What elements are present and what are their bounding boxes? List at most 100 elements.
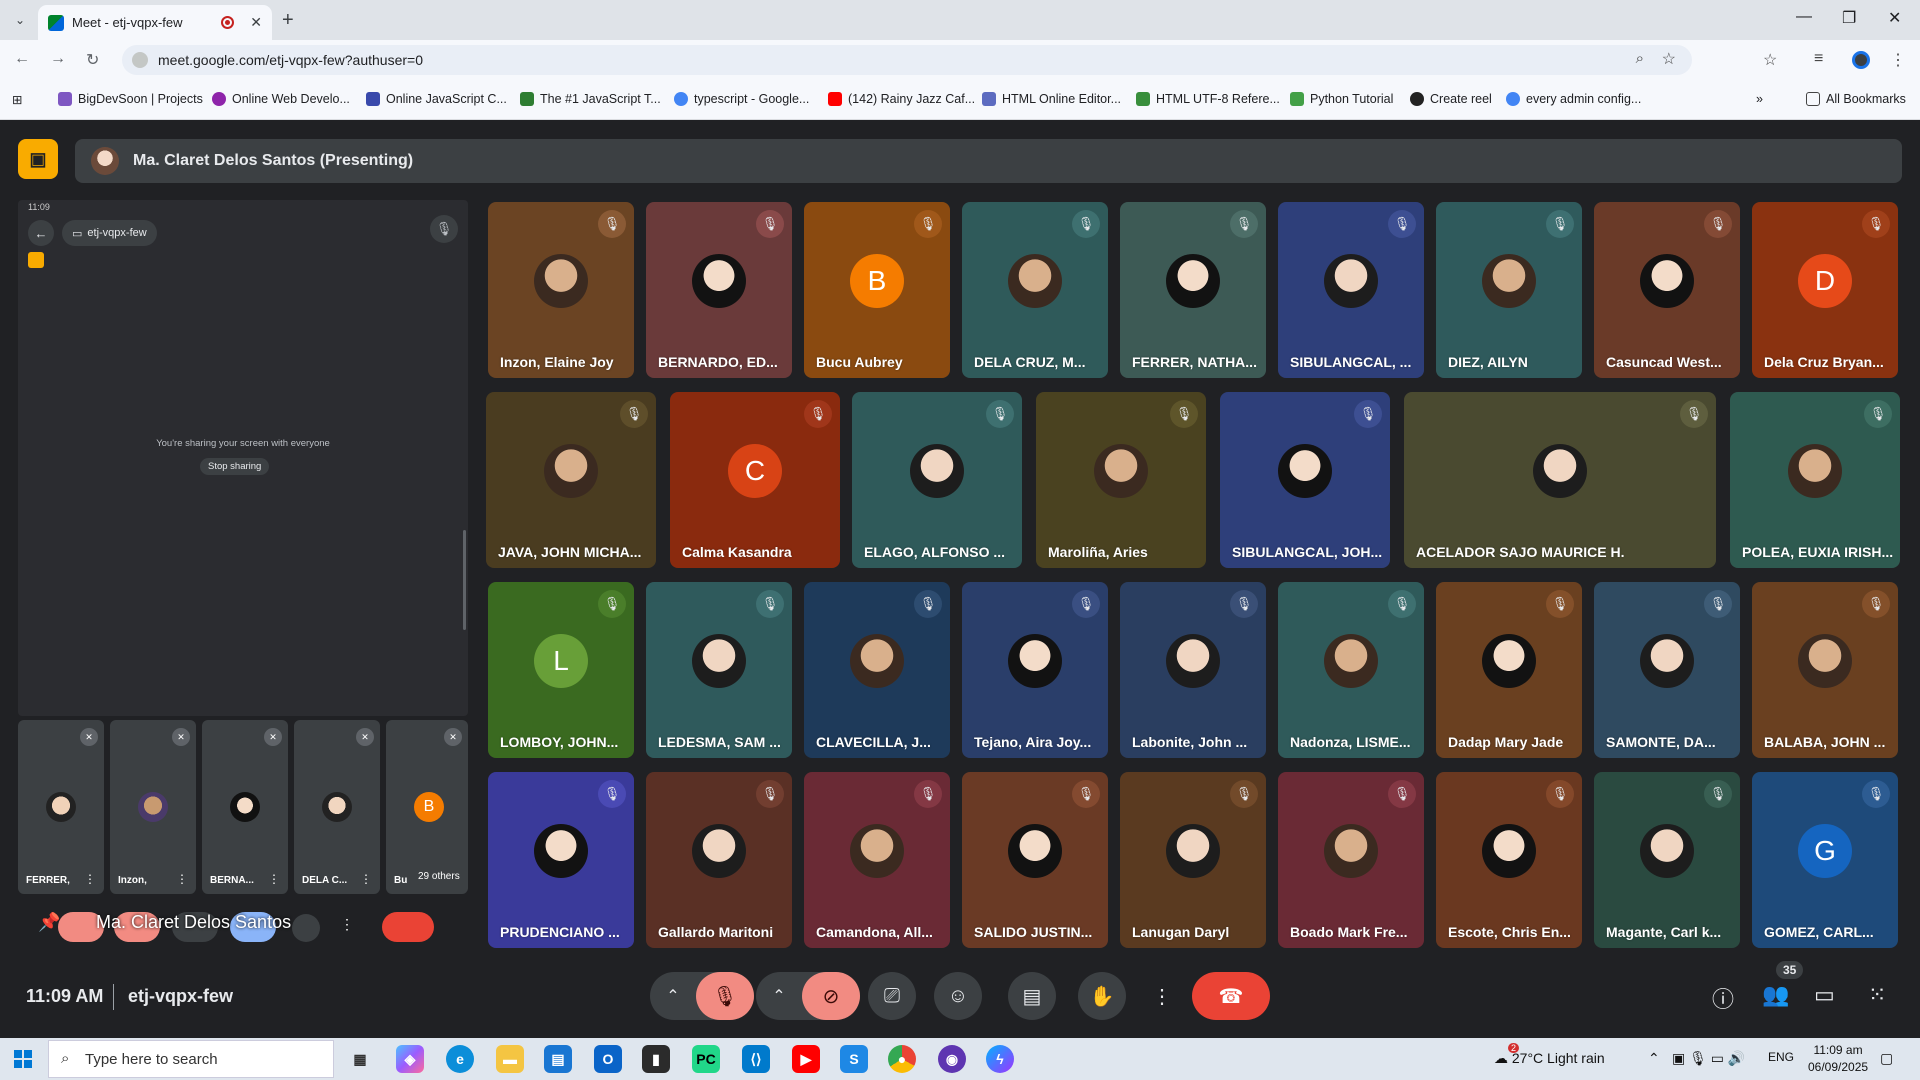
zoom-icon[interactable]: ⌕ [1636, 50, 1644, 67]
captions-button[interactable]: ▤ [1008, 972, 1056, 1020]
store-icon[interactable]: ▤ [544, 1045, 572, 1073]
bookmark-6[interactable]: HTML Online Editor... [982, 92, 1121, 106]
language-indicator[interactable]: ENG [1768, 1050, 1794, 1064]
participant-tile[interactable]: 🎙 Magante, Carl k... [1594, 772, 1740, 948]
more-options-icon[interactable]: ⋮ [360, 872, 372, 886]
file-explorer-icon[interactable]: ▬ [496, 1045, 524, 1073]
site-info-icon[interactable] [132, 52, 148, 68]
participant-tile[interactable]: 🎙 SIBULANGCAL, JOH... [1220, 392, 1390, 568]
more-options-icon[interactable]: ⋮ [176, 872, 188, 886]
participant-tile[interactable]: 🎙 POLEA, EUXIA IRISH... [1730, 392, 1900, 568]
tray-icons[interactable]: ▣ 🎙 ▭ 🔊 [1672, 1050, 1745, 1067]
bookmark-5[interactable]: (142) Rainy Jazz Caf... [828, 92, 975, 106]
participant-tile[interactable]: 🎙 SAMONTE, DA... [1594, 582, 1740, 758]
more-options-button[interactable]: ⋮ [1150, 972, 1174, 1020]
discord-icon[interactable]: ◉ [938, 1045, 966, 1073]
participant-tile[interactable]: 🎙 Labonite, John ... [1120, 582, 1266, 758]
participant-tile[interactable]: 🎙 SALIDO JUSTIN... [962, 772, 1108, 948]
emoji-reactions-button[interactable]: ☺ [934, 972, 982, 1020]
messenger-icon[interactable]: ϟ [986, 1045, 1014, 1073]
participant-tile[interactable]: 🎙 BERNARDO, ED... [646, 202, 792, 378]
participant-tile[interactable]: 🎙 PRUDENCIANO ... [488, 772, 634, 948]
chrome-icon[interactable]: ● [888, 1045, 916, 1073]
notifications-icon[interactable]: ▢ [1880, 1050, 1893, 1067]
participant-tile[interactable]: 🎙 JAVA, JOHN MICHA... [486, 392, 656, 568]
media-control-icon[interactable]: ≡ [1814, 50, 1823, 68]
edge-icon[interactable]: e [446, 1045, 474, 1073]
others-count[interactable]: 29 others [412, 868, 466, 885]
participant-tile[interactable]: 🎙 Maroliña, Aries [1036, 392, 1206, 568]
bookmark-2[interactable]: Online JavaScript C... [366, 92, 507, 106]
participant-tile[interactable]: 🎙 Gallardo Maritoni [646, 772, 792, 948]
present-screen-button[interactable]: ⎚ [868, 972, 916, 1020]
chat-icon[interactable]: ▭ [1814, 982, 1835, 1008]
taskbar-search[interactable]: ⌕ Type here to search [48, 1040, 334, 1078]
audio-options-chevron-icon[interactable]: ⌃ [650, 986, 696, 1006]
sql-icon[interactable]: S [840, 1045, 868, 1073]
bookmark-0[interactable]: BigDevSoon | Projects [58, 92, 203, 106]
participant-tile[interactable]: 🎙 Camandona, All... [804, 772, 950, 948]
participant-tile[interactable]: 🎙 D Dela Cruz Bryan... [1752, 202, 1898, 378]
new-tab-button[interactable]: + [282, 9, 294, 32]
activities-icon[interactable]: ⁙ [1868, 982, 1886, 1008]
bookmark-3[interactable]: The #1 JavaScript T... [520, 92, 661, 106]
reload-button[interactable]: ↻ [86, 50, 99, 70]
participant-tile[interactable]: 🎙 L LOMBOY, JOHN... [488, 582, 634, 758]
menu-icon[interactable]: ⋮ [1890, 50, 1906, 70]
mini-tile[interactable]: ✕ Inzon, ⋮ [110, 720, 196, 894]
more-options-icon[interactable]: ⋮ [84, 872, 96, 886]
participant-tile[interactable]: 🎙 ACELADOR SAJO MAURICE H. [1404, 392, 1716, 568]
bookmark-8[interactable]: Python Tutorial [1290, 92, 1393, 106]
participant-tile[interactable]: 🎙 BALABA, JOHN ... [1752, 582, 1898, 758]
participant-tile[interactable]: 🎙 Dadap Mary Jade [1436, 582, 1582, 758]
apps-icon[interactable]: ⊞ [12, 92, 22, 107]
vscode-icon[interactable]: ⟨⟩ [742, 1045, 770, 1073]
tab-meet[interactable]: Meet - etj-vqpx-few ✕ [38, 5, 272, 40]
bookmark-7[interactable]: HTML UTF-8 Refere... [1136, 92, 1280, 106]
bookmark-9[interactable]: Create reel [1410, 92, 1492, 106]
youtube-icon[interactable]: ▶ [792, 1045, 820, 1073]
participant-tile[interactable]: 🎙 DELA CRUZ, M... [962, 202, 1108, 378]
participant-tile[interactable]: 🎙 Lanugan Daryl [1120, 772, 1266, 948]
participant-tile[interactable]: 🎙 ELAGO, ALFONSO ... [852, 392, 1022, 568]
participant-tile[interactable]: 🎙 Tejano, Aira Joy... [962, 582, 1108, 758]
meeting-info-icon[interactable]: ⓘ [1712, 982, 1734, 1014]
bookmark-4[interactable]: typescript - Google... [674, 92, 809, 106]
participant-tile[interactable]: 🎙 SIBULANGCAL, ... [1278, 202, 1424, 378]
reader-icon[interactable]: ▮ [642, 1045, 670, 1073]
participant-tile[interactable]: 🎙 FERRER, NATHA... [1120, 202, 1266, 378]
bookmark-1[interactable]: Online Web Develo... [212, 92, 350, 106]
bookmark-10[interactable]: every admin config... [1506, 92, 1641, 106]
participant-tile[interactable]: 🎙 B Bucu Aubrey [804, 202, 950, 378]
participant-tile[interactable]: 🎙 Boado Mark Fre... [1278, 772, 1424, 948]
copilot-icon[interactable]: ◈ [396, 1045, 424, 1073]
all-bookmarks[interactable]: All Bookmarks [1806, 92, 1906, 106]
outlook-icon[interactable]: O [594, 1045, 622, 1073]
tab-search-button[interactable]: ⌄ [8, 8, 32, 32]
bookmark-star-icon[interactable]: ☆ [1662, 49, 1676, 69]
participant-tile[interactable]: 🎙 LEDESMA, SAM ... [646, 582, 792, 758]
mini-tile[interactable]: ✕ DELA C... ⋮ [294, 720, 380, 894]
close-tab-icon[interactable]: ✕ [250, 14, 262, 31]
people-icon[interactable]: 👥 [1762, 982, 1789, 1008]
forward-button[interactable]: → [50, 50, 66, 68]
task-view-icon[interactable]: ▦ [346, 1045, 374, 1073]
participant-tile[interactable]: 🎙 Escote, Chris En... [1436, 772, 1582, 948]
end-call-button[interactable]: ☎ [1192, 972, 1270, 1020]
tray-chevron-icon[interactable]: ⌃ [1648, 1050, 1660, 1067]
restore-button[interactable]: ❐ [1842, 8, 1856, 28]
pycharm-icon[interactable]: PC [692, 1045, 720, 1073]
participant-tile[interactable]: 🎙 DIEZ, AILYN [1436, 202, 1582, 378]
profile-avatar[interactable] [1852, 51, 1870, 69]
address-bar[interactable]: meet.google.com/etj-vqpx-few?authuser=0 … [122, 45, 1692, 75]
participant-tile[interactable]: 🎙 Inzon, Elaine Joy [488, 202, 634, 378]
raise-hand-button[interactable]: ✋ [1078, 972, 1126, 1020]
mini-tile[interactable]: ✕ FERRER, ⋮ [18, 720, 104, 894]
mini-tile[interactable]: ✕ BERNA... ⋮ [202, 720, 288, 894]
start-button[interactable] [14, 1050, 32, 1068]
back-button[interactable]: ← [14, 50, 30, 68]
video-options-chevron-icon[interactable]: ⌃ [756, 986, 802, 1006]
mic-off-button[interactable]: 🎙 [696, 972, 754, 1020]
participant-tile[interactable]: 🎙 Casuncad West... [1594, 202, 1740, 378]
more-options-icon[interactable]: ⋮ [268, 872, 280, 886]
